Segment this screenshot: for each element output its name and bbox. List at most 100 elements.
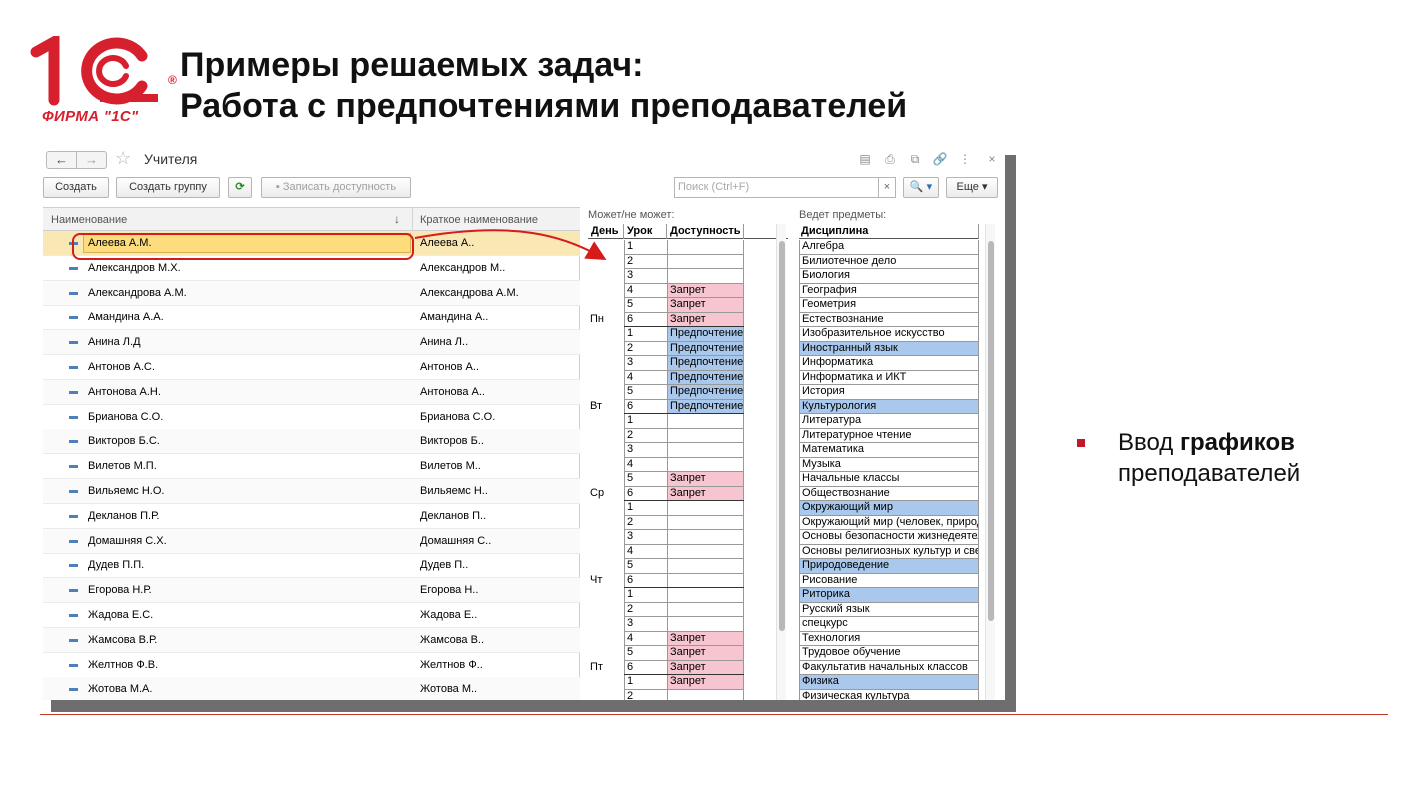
availability-cell[interactable]: Предпочтение [667,327,744,342]
subject-row[interactable]: Технология [799,631,979,646]
subject-row[interactable]: Литературное чтение [799,428,979,443]
availability-row[interactable]: 4 Предпочтение [588,370,788,385]
availability-row[interactable]: 2 [588,689,788,700]
table-row[interactable]: Антонова А.Н. Антонова А.. [43,379,580,405]
subject-row[interactable]: Геометрия [799,298,979,313]
subject-row[interactable]: Окружающий мир [799,501,979,516]
subject-row[interactable]: Риторика [799,588,979,603]
back-button[interactable]: ← [46,151,77,169]
availability-cell[interactable] [667,457,744,472]
column-name-header[interactable]: Наименование [51,214,127,226]
availability-row[interactable]: 2 [588,428,788,443]
availability-row[interactable]: Вт 6 Предпочтение [588,399,788,414]
availability-cell[interactable] [667,269,744,284]
table-row[interactable]: Домашняя С.Х. Домашняя С.. [43,528,580,554]
availability-row[interactable]: 1 [588,501,788,516]
subject-row[interactable]: Окружающий мир (человек, природа [799,515,979,530]
table-row[interactable]: Брианова С.О. Брианова С.О. [43,405,580,430]
availability-cell[interactable]: Запрет [667,660,744,675]
availability-cell[interactable]: Запрет [667,312,744,327]
subject-row[interactable]: География [799,283,979,298]
search-button[interactable]: 🔍 ▾ [903,177,939,198]
availability-cell[interactable]: Запрет [667,631,744,646]
availability-cell[interactable]: Запрет [667,283,744,298]
availability-row[interactable]: 3 [588,269,788,284]
availability-row[interactable]: 3 [588,443,788,458]
availability-cell[interactable]: Предпочтение [667,399,744,414]
availability-cell[interactable]: Запрет [667,646,744,661]
create-button[interactable]: Создать [43,177,109,198]
availability-cell[interactable] [667,501,744,516]
subjects-scroll-thumb[interactable] [988,241,994,621]
availability-row[interactable]: Ср 6 Запрет [588,486,788,501]
subject-row[interactable]: Литература [799,414,979,429]
save-availability-button[interactable]: ▪ Записать доступность [261,177,411,198]
availability-row[interactable]: 4 [588,457,788,472]
subject-row[interactable]: Культурология [799,399,979,414]
subject-row[interactable]: Начальные классы [799,472,979,487]
availability-scrollbar[interactable] [776,224,786,700]
availability-row[interactable]: 5 Запрет [588,646,788,661]
availability-row[interactable]: 2 [588,602,788,617]
availability-row[interactable]: 5 Запрет [588,298,788,313]
table-row[interactable]: Егорова Н.Р. Егорова Н.. [43,578,580,604]
table-row[interactable]: Жотова М.А. Жотова М.. [43,677,580,700]
availability-cell[interactable]: Предпочтение [667,370,744,385]
availability-row[interactable]: 3 [588,617,788,632]
subjects-grid[interactable]: Дисциплина Алгебра Билиотечное дело Биолог… [799,224,999,700]
availability-row[interactable]: 1 Предпочтение [588,327,788,342]
subject-row[interactable]: Основы безопасности жизнедеятельности [799,530,979,545]
availability-cell[interactable] [667,602,744,617]
availability-row[interactable]: 2 [588,254,788,269]
table-row[interactable]: Амандина А.А. Амандина А.. [43,305,580,331]
table-row[interactable]: Вильяемс Н.О. Вильяемс Н.. [43,479,580,504]
subject-row[interactable]: спецкурс [799,617,979,632]
subject-row[interactable]: Изобразительное искусство [799,327,979,342]
availability-cell[interactable]: Запрет [667,486,744,501]
availability-row[interactable]: 4 Запрет [588,631,788,646]
link-icon[interactable]: 🔗 [932,151,948,167]
availability-cell[interactable] [667,443,744,458]
subject-row[interactable]: Природоведение [799,559,979,574]
availability-cell[interactable] [667,240,744,255]
availability-row[interactable]: 2 Предпочтение [588,341,788,356]
preview-icon[interactable]: ⧉ [907,151,923,167]
table-row[interactable]: Викторов Б.С. Викторов Б.. [43,429,580,455]
subject-row[interactable]: Трудовое обучение [799,646,979,661]
availability-cell[interactable] [667,588,744,603]
availability-row[interactable]: 5 Запрет [588,472,788,487]
availability-cell[interactable] [667,559,744,574]
favorite-star-icon[interactable]: ☆ [115,148,131,169]
subject-row[interactable]: Естествознание [799,312,979,327]
subject-row[interactable]: Физическая культура [799,689,979,700]
subject-row[interactable]: Билиотечное дело [799,254,979,269]
more-vertical-icon[interactable]: ⋮ [957,151,973,167]
subject-row[interactable]: Информатика [799,356,979,371]
availability-row[interactable]: 5 [588,559,788,574]
availability-cell[interactable]: Запрет [667,472,744,487]
subject-row[interactable]: Биология [799,269,979,284]
refresh-icon[interactable]: ⟳ [228,177,252,198]
subject-row[interactable]: Музыка [799,457,979,472]
subject-row[interactable]: Русский язык [799,602,979,617]
availability-cell[interactable]: Предпочтение [667,356,744,371]
subject-row[interactable]: Рисование [799,573,979,588]
availability-row[interactable]: 3 [588,530,788,545]
availability-cell[interactable] [667,515,744,530]
availability-cell[interactable]: Запрет [667,298,744,313]
table-row[interactable]: Жадова Е.С. Жадова Е.. [43,603,580,628]
availability-row[interactable]: 1 [588,414,788,429]
table-row[interactable]: Декланов П.Р. Декланов П.. [43,504,580,529]
subject-row[interactable]: История [799,385,979,400]
availability-cell[interactable] [667,573,744,588]
subject-row[interactable]: Физика [799,675,979,690]
availability-cell[interactable] [667,689,744,700]
availability-cell[interactable] [667,414,744,429]
subject-row[interactable]: Основы религиозных культур и светской эт… [799,544,979,559]
table-row[interactable]: Анина Л.Д Анина Л.. [43,330,580,356]
create-group-button[interactable]: Создать группу [116,177,220,198]
search-input[interactable]: Поиск (Ctrl+F) [674,177,879,198]
subject-row[interactable]: Информатика и ИКТ [799,370,979,385]
save-disk-icon[interactable]: ▤ [857,151,873,167]
table-row[interactable]: Дудев П.П. Дудев П.. [43,553,580,579]
